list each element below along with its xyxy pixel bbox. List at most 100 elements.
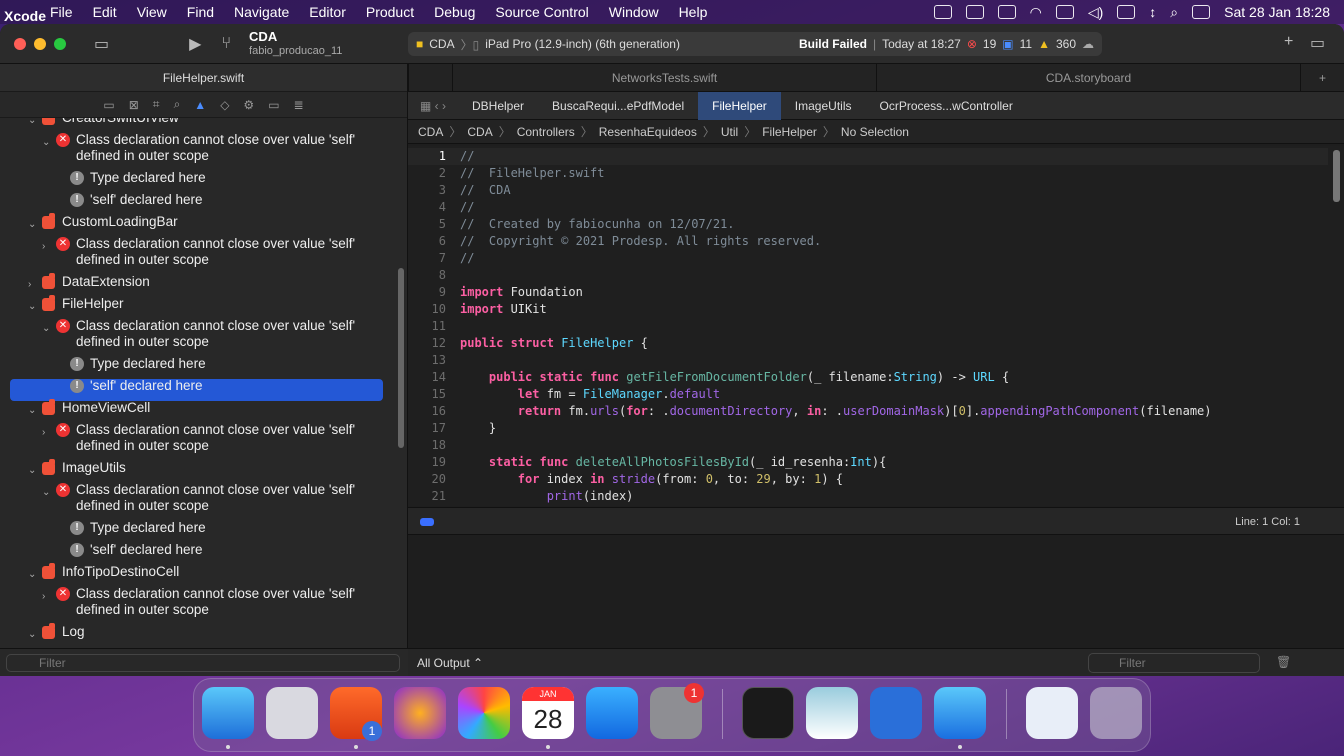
disclosure-icon[interactable]: ⌄ (28, 217, 36, 233)
dropbox-icon[interactable] (933, 5, 952, 19)
disclosure-icon[interactable]: ⌄ (42, 321, 50, 337)
firefox-icon[interactable] (394, 687, 446, 739)
code-line[interactable]: 1 // (408, 148, 1328, 165)
activity-icon[interactable] (1055, 5, 1074, 19)
wifi-icon[interactable]: ◠ (1030, 4, 1042, 21)
code-line[interactable]: 21 print(index) (408, 488, 1328, 505)
tab-networks-tests[interactable]: NetworksTests.swift (452, 64, 876, 91)
menu-find[interactable]: Find (177, 4, 224, 20)
crumb-selection[interactable]: No Selection (841, 125, 909, 139)
code-line[interactable]: 14 public static func getFileFromDocumen… (408, 369, 1328, 386)
project-info[interactable]: CDA fabio_producao_11 (249, 29, 342, 58)
destination[interactable]: iPad Pro (12.9-inch) (6th generation) (485, 37, 680, 51)
error-count-icon[interactable]: ⊗ (967, 37, 977, 51)
close-window-button[interactable] (14, 37, 26, 50)
warning-count[interactable]: 11 (1020, 37, 1032, 51)
crumb-file[interactable]: FileHelper (762, 125, 817, 139)
note-count-icon[interactable]: ▲ (1038, 37, 1050, 51)
disclosure-icon[interactable]: › (42, 589, 45, 605)
issue-icon[interactable]: ▲ (194, 98, 206, 112)
code-line[interactable]: 9 import Foundation (408, 284, 1328, 301)
preview-icon[interactable] (806, 687, 858, 739)
menu-help[interactable]: Help (669, 4, 718, 20)
launchpad-icon[interactable] (266, 687, 318, 739)
code-line[interactable]: 8 (408, 267, 1328, 284)
disclosure-icon[interactable]: ⌄ (28, 463, 36, 479)
scheme-name[interactable]: CDA (429, 37, 454, 51)
disclosure-icon[interactable]: › (28, 277, 31, 293)
xcode-icon[interactable] (934, 687, 986, 739)
menu-window[interactable]: Window (599, 4, 669, 20)
note-count[interactable]: 360 (1056, 37, 1076, 51)
code-line[interactable]: 17 } (408, 420, 1328, 437)
menu-view[interactable]: View (127, 4, 177, 20)
crumb-util[interactable]: Util (721, 125, 738, 139)
navigator-filter-input[interactable]: Filter (6, 654, 400, 672)
spotlight-icon[interactable]: ⌕ (1170, 4, 1178, 21)
editor-tab-imageutils[interactable]: ImageUtils (781, 92, 866, 120)
editor-scrollbar[interactable] (1333, 150, 1340, 202)
trash-can-icon[interactable] (1090, 687, 1142, 739)
new-tab-button[interactable]: + (1300, 64, 1344, 91)
navigator-scrollbar[interactable] (398, 268, 404, 448)
vpn-icon[interactable] (965, 5, 984, 19)
activity-view[interactable]: ■ CDA 〉▯ iPad Pro (12.9-inch) (6th gener… (408, 32, 1102, 56)
code-line[interactable]: 18 (408, 437, 1328, 454)
breakpoint-icon[interactable]: ▭ (268, 98, 279, 112)
add-icon[interactable]: + (1284, 33, 1293, 51)
app-store-icon[interactable] (586, 687, 638, 739)
code-editor[interactable]: 1 // 2 // FileHelper.swift 3 // CDA 4 // 5 // Cre… (408, 146, 1344, 506)
source-control-icon[interactable]: ⊠ (129, 98, 139, 112)
navigator-title[interactable]: FileHelper.swift (0, 64, 407, 92)
clock[interactable]: Sat 28 Jan 18:28 (1224, 4, 1330, 20)
code-line[interactable]: 15 let fm = FileManager.default (408, 386, 1328, 403)
code-line[interactable]: 19 static func deleteAllPhotosFilesById(… (408, 454, 1328, 471)
disclosure-icon[interactable]: ⌄ (28, 403, 36, 419)
editor-tab-ocrprocess[interactable]: OcrProcess...wController (865, 92, 1026, 120)
minimize-window-button[interactable] (34, 37, 46, 50)
disclosure-icon[interactable]: ⌄ (28, 299, 36, 315)
crumb-project[interactable]: CDA (418, 125, 443, 139)
menu-debug[interactable]: Debug (424, 4, 485, 20)
disclosure-icon[interactable]: ⌄ (28, 118, 36, 129)
folder-icon[interactable]: ▭ (103, 98, 114, 112)
menu-source-control[interactable]: Source Control (485, 4, 598, 20)
crumb-resenha[interactable]: ResenhaEquideos (599, 125, 697, 139)
code-line[interactable]: 16 return fm.urls(for: .documentDirector… (408, 403, 1328, 420)
terminal-icon[interactable] (742, 687, 794, 739)
code-line[interactable]: 3 // CDA (408, 182, 1328, 199)
zoom-window-button[interactable] (54, 37, 66, 50)
run-button[interactable]: ▶ (189, 34, 201, 54)
menu-product[interactable]: Product (356, 4, 424, 20)
menu-editor[interactable]: Editor (299, 4, 356, 20)
vpn-app-icon[interactable] (870, 687, 922, 739)
error-count[interactable]: 19 (983, 37, 996, 51)
control-center-icon[interactable] (1192, 5, 1211, 19)
sidebar-toggle-icon[interactable]: ▭ (94, 34, 109, 54)
disclosure-icon[interactable]: ⌄ (42, 135, 50, 151)
output-selector[interactable]: All Output ⌃ (417, 656, 483, 670)
disclosure-icon[interactable]: ⌄ (42, 485, 50, 501)
code-line[interactable]: 12 public struct FileHelper { (408, 335, 1328, 352)
calendar-icon[interactable]: JAN 28 (522, 687, 574, 739)
disclosure-icon[interactable]: › (42, 425, 45, 441)
cloud-icon[interactable]: ☁ (1082, 37, 1094, 51)
code-line[interactable]: 7 // (408, 250, 1328, 267)
menu-navigate[interactable]: Navigate (224, 4, 299, 20)
code-line[interactable]: 4 // (408, 199, 1328, 216)
crumb-controllers[interactable]: Controllers (517, 125, 575, 139)
network-icon[interactable]: ↕ (1149, 4, 1156, 20)
debug-icon[interactable]: ⚙ (243, 98, 254, 112)
code-line[interactable]: 10 import UIKit (408, 301, 1328, 318)
find-icon[interactable]: ⌕ (174, 97, 181, 112)
code-line[interactable]: 5 // Created by fabiocunha on 12/07/21. (408, 216, 1328, 233)
volume-icon[interactable]: ◁) (1088, 4, 1103, 21)
console-filter-input[interactable]: Filter (1088, 653, 1260, 673)
menu-edit[interactable]: Edit (83, 4, 127, 20)
warning-count-icon[interactable]: ▣ (1002, 37, 1013, 51)
document-icon[interactable] (1026, 687, 1078, 739)
editor-tab-buscarequi[interactable]: BuscaRequi...ePdfModel (538, 92, 698, 120)
report-icon[interactable]: ≣ (294, 98, 304, 112)
battery-icon[interactable] (1117, 5, 1136, 19)
finder-icon[interactable] (202, 687, 254, 739)
